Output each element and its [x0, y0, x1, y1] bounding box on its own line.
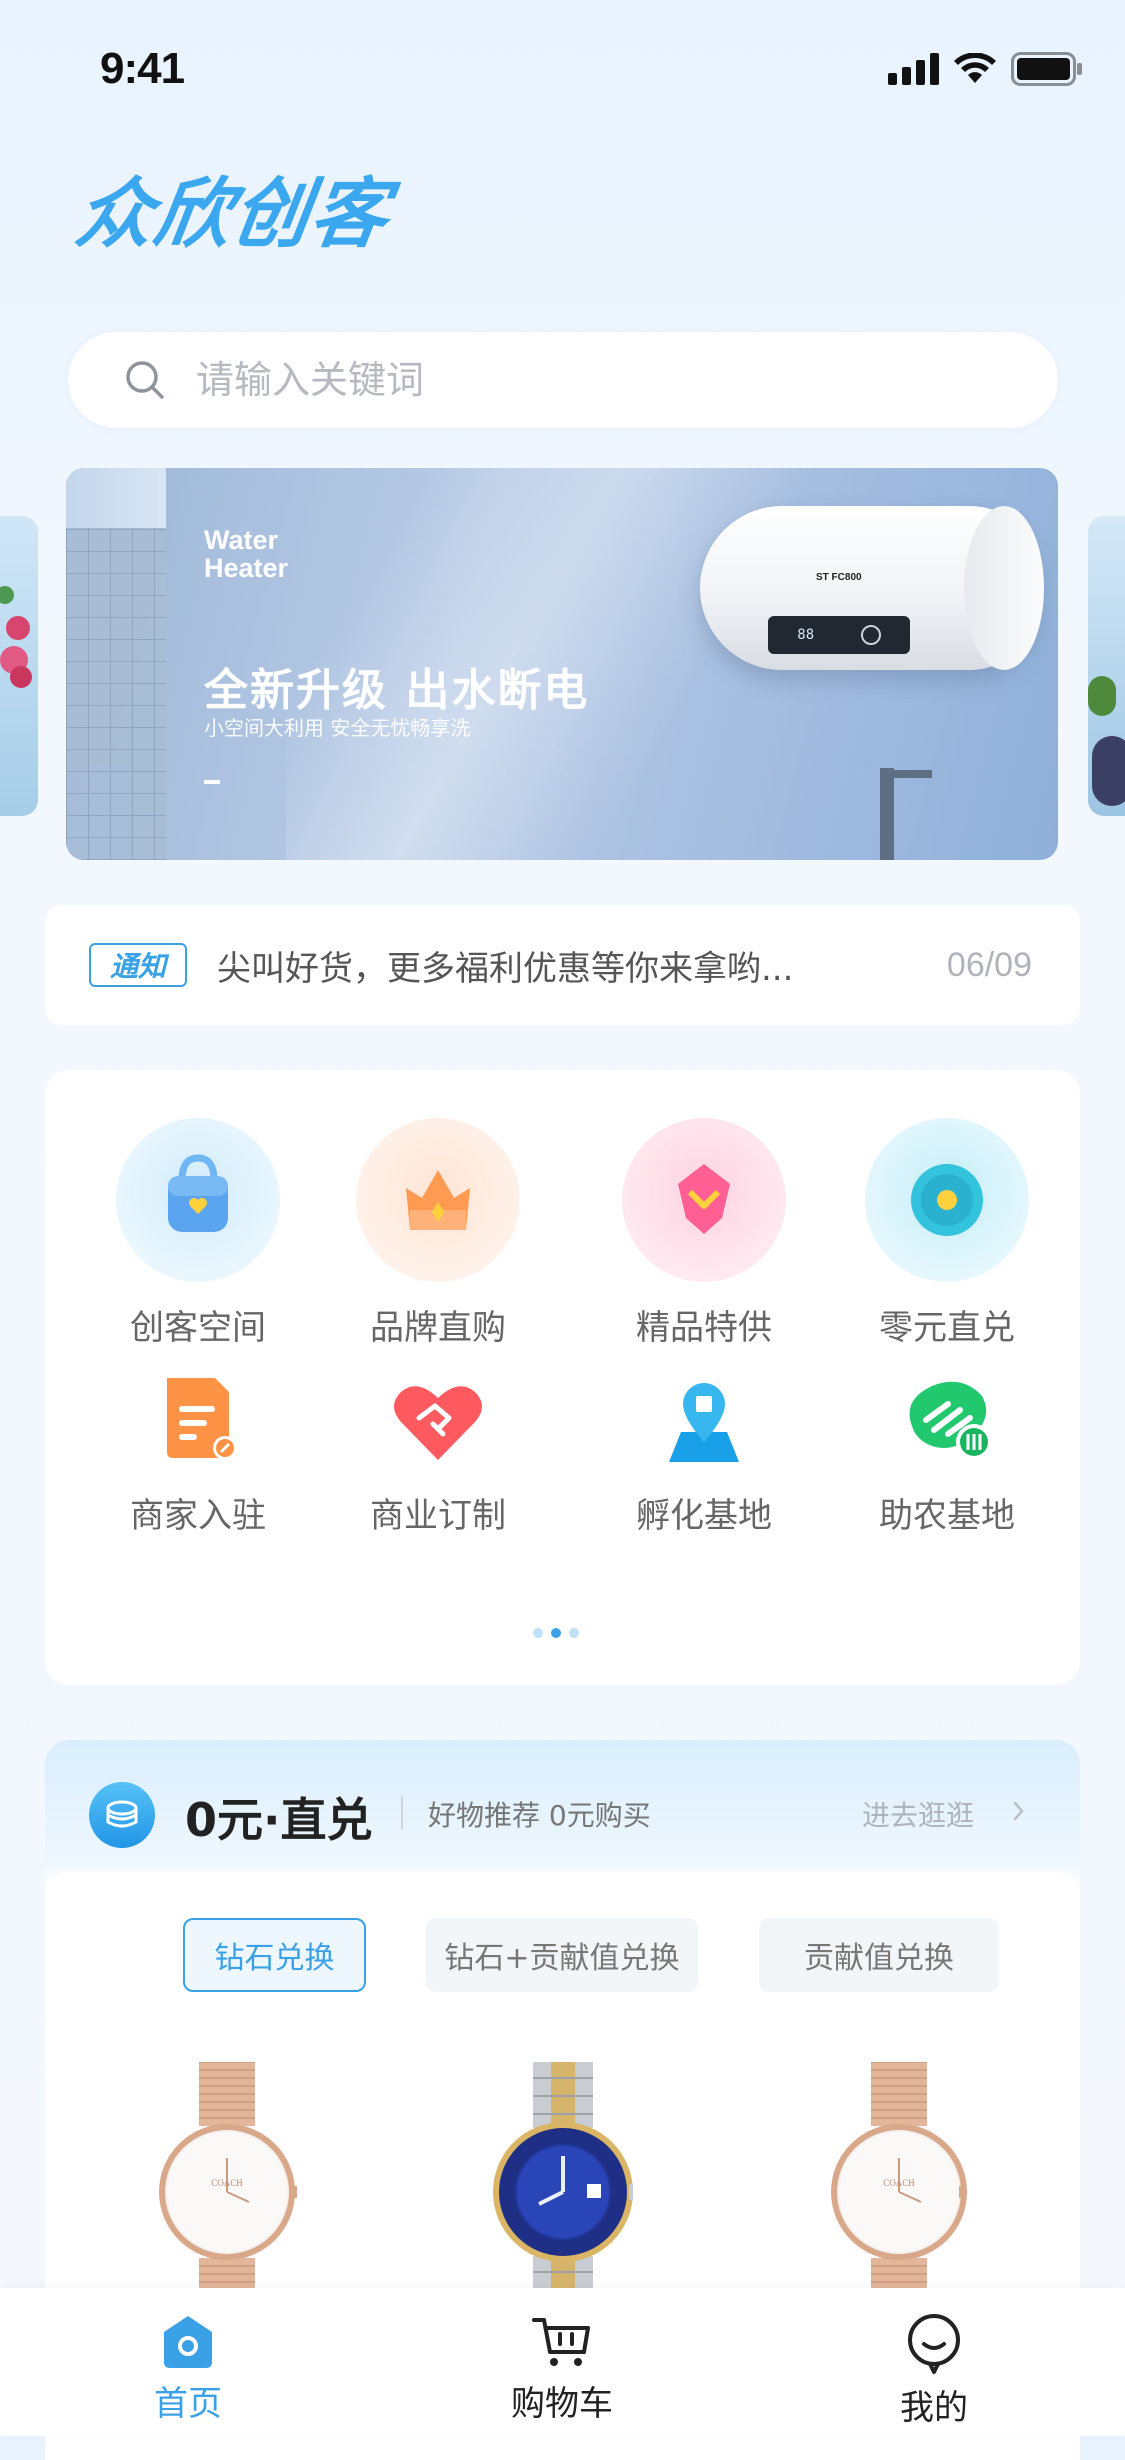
zero-exchange-title: 0元·直兑 [185, 1793, 373, 1847]
gem-icon [622, 1118, 786, 1282]
grid-item-business-custom[interactable]: 商业订制 [318, 1370, 558, 1537]
cellular-signal-icon [888, 53, 939, 85]
grid-item-label: 孵化基地 [636, 1496, 772, 1536]
battery-icon [1011, 52, 1082, 86]
search-input[interactable] [194, 357, 998, 403]
grid-item-incubation[interactable]: 孵化基地 [584, 1370, 824, 1537]
notice-bar[interactable]: 通知 尖叫好货，更多福利优惠等你来拿哟... 06/09 [45, 905, 1080, 1025]
farm-icon [892, 1370, 1002, 1470]
grid-item-label: 商家入驻 [130, 1496, 266, 1536]
handshake-heart-icon [383, 1370, 493, 1470]
tab-diamond-contribution-exchange[interactable]: 钻石+贡献值兑换 [426, 1918, 698, 1992]
notice-badge: 通知 [89, 943, 187, 987]
page-dot [569, 1628, 579, 1638]
wifi-icon [954, 53, 996, 83]
banner-indicator [204, 780, 220, 784]
tab-contribution-exchange[interactable]: 贡献值兑换 [759, 1918, 999, 1992]
coin-icon [865, 1118, 1029, 1282]
banner-description: 小空间大利用 安全无忧畅享洗 [204, 716, 471, 740]
banner-next-peek[interactable] [1088, 516, 1125, 816]
tab-cart-label: 购物车 [511, 2384, 613, 2424]
tab-home-label: 首页 [154, 2384, 222, 2424]
status-time: 9:41 [100, 44, 185, 93]
search-bar[interactable] [68, 332, 1058, 428]
tab-profile[interactable]: 我的 [834, 2312, 1034, 2429]
grid-item-zero-exchange[interactable]: 零元直兑 [827, 1118, 1067, 1349]
page-dot [533, 1628, 543, 1638]
tab-profile-label: 我的 [900, 2388, 968, 2428]
shopping-cart-icon [532, 2318, 590, 2366]
product-image-rose-gold-watch[interactable]: COACH [829, 2061, 969, 2322]
grid-item-label: 商业订制 [370, 1496, 506, 1536]
app-logo: 众欣创客 [70, 169, 396, 258]
grid-item-brand-direct[interactable]: 品牌直购 [318, 1118, 558, 1349]
search-icon [126, 361, 164, 399]
promo-banner[interactable]: Water Heater 全新升级 出水断电 小空间大利用 安全无忧畅享洗 ST… [66, 468, 1058, 860]
grid-item-label: 创客空间 [130, 1308, 266, 1348]
banner-subtitle-en: Water Heater [204, 525, 289, 583]
grid-item-label: 品牌直购 [370, 1308, 506, 1348]
profile-icon [908, 2314, 960, 2374]
product-image-rose-gold-watch[interactable]: COACH [157, 2061, 299, 2322]
status-bar: 9:41 [0, 0, 1125, 140]
grid-item-merchant-join[interactable]: 商家入驻 [78, 1370, 318, 1537]
notice-text: 尖叫好货，更多福利优惠等你来拿哟... [217, 948, 794, 989]
tab-cart[interactable]: 购物车 [462, 2312, 662, 2425]
status-icons [888, 52, 1083, 86]
crown-icon [356, 1118, 520, 1282]
tab-home[interactable]: 首页 [88, 2312, 288, 2425]
category-grid: 创客空间 品牌直购 精品特供 零元直兑 商家入驻 商业订制 孵化基地 助农基地 [45, 1070, 1080, 1685]
water-heater-image: ST FC800 88 [700, 506, 1044, 670]
heater-brand: ST FC800 [816, 572, 862, 583]
bag-icon [116, 1118, 280, 1282]
banner-title: 全新升级 出水断电 [204, 665, 590, 716]
grid-item-label: 助农基地 [879, 1496, 1015, 1536]
grid-item-label: 零元直兑 [879, 1308, 1015, 1348]
chevron-right-icon[interactable] [1011, 1798, 1027, 1824]
banner-prev-peek[interactable] [0, 516, 38, 816]
zero-exchange-header: 0元·直兑 好物推荐 0元购买 进去逛逛 [45, 1740, 1080, 1880]
grid-item-premium[interactable]: 精品特供 [584, 1118, 824, 1349]
grid-item-agri-base[interactable]: 助农基地 [827, 1370, 1067, 1537]
document-icon [143, 1370, 253, 1470]
notice-date: 06/09 [946, 945, 1032, 984]
browse-more-link[interactable]: 进去逛逛 [862, 1794, 974, 1834]
zero-exchange-subtitle: 好物推荐 0元购买 [428, 1799, 651, 1832]
grid-item-maker-space[interactable]: 创客空间 [78, 1118, 318, 1349]
coin-stack-icon [89, 1782, 155, 1848]
grid-pagination [533, 1628, 579, 1638]
map-pin-icon [649, 1370, 759, 1470]
faucet-image [880, 768, 894, 860]
product-image-blue-steel-watch[interactable] [493, 2062, 637, 2322]
home-icon [164, 2316, 212, 2368]
grid-item-label: 精品特供 [636, 1308, 772, 1348]
bottom-tab-bar: 首页 购物车 我的 [0, 2288, 1125, 2436]
tab-diamond-exchange[interactable]: 钻石兑换 [183, 1918, 366, 1992]
page-dot-active [551, 1628, 561, 1638]
